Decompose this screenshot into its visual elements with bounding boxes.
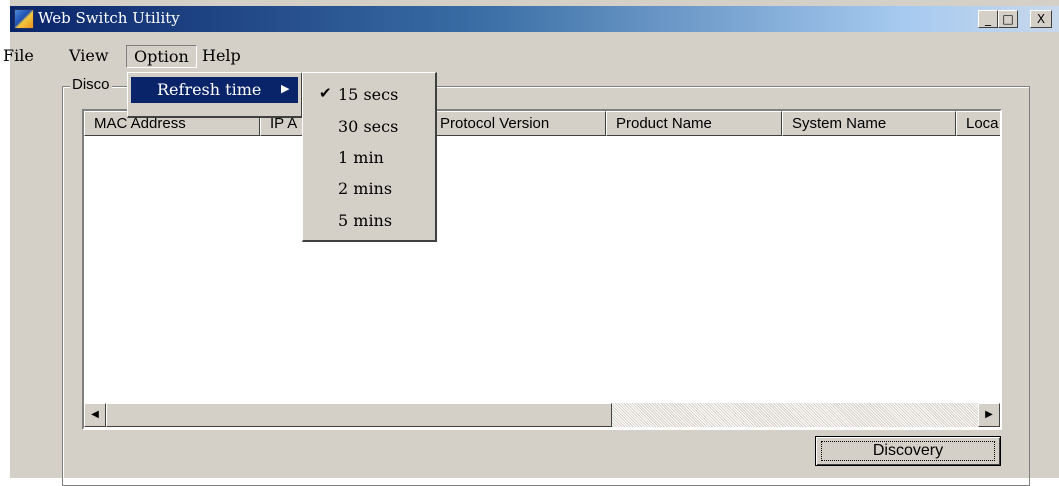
option-menu-dropdown: Refresh time ▶ <box>127 72 303 118</box>
refresh-time-submenu: ✔ 15 secs 30 secs 1 min 2 mins 5 mins <box>302 72 437 242</box>
refresh-option-label: 30 secs <box>338 117 399 136</box>
menu-bar: File View Option Help <box>3 40 910 70</box>
column-header-system-name[interactable]: System Name <box>782 111 956 136</box>
maximize-icon: □ <box>1002 12 1014 26</box>
scroll-left-icon: ◀ <box>91 409 99 420</box>
discovery-button-label: Discovery <box>872 442 944 459</box>
submenu-arrow-icon: ▶ <box>281 82 290 95</box>
refresh-option-5-mins[interactable]: 5 mins <box>306 205 432 235</box>
horizontal-scrollbar[interactable]: ◀ ▶ <box>84 403 1000 427</box>
menu-help[interactable]: Help <box>195 45 248 66</box>
close-icon: X <box>1036 12 1046 26</box>
refresh-time-label: Refresh time <box>157 80 262 99</box>
scroll-right-button[interactable]: ▶ <box>978 403 1000 427</box>
refresh-option-1-min[interactable]: 1 min <box>306 142 432 172</box>
minimize-icon: _ <box>985 12 991 26</box>
menu-view[interactable]: View <box>62 45 116 66</box>
minimize-button[interactable]: _ <box>978 10 998 28</box>
app-window: Web Switch Utility _ □ X File View Optio… <box>3 0 1059 486</box>
discovery-button[interactable]: Discovery <box>815 436 1001 466</box>
refresh-option-label: 5 mins <box>338 211 393 230</box>
window-title: Web Switch Utility <box>38 9 180 27</box>
discovery-group-label: Disco <box>70 76 112 93</box>
refresh-option-label: 15 secs <box>338 85 399 104</box>
refresh-option-2-mins[interactable]: 2 mins <box>306 173 432 203</box>
scrollbar-thumb[interactable] <box>106 403 612 427</box>
checkmark-icon: ✔ <box>319 84 332 102</box>
scroll-left-button[interactable]: ◀ <box>84 403 106 427</box>
column-header-location[interactable]: Loca <box>956 111 1000 136</box>
app-icon <box>14 9 34 29</box>
menu-item-refresh-time[interactable]: Refresh time ▶ <box>131 77 298 103</box>
maximize-button[interactable]: □ <box>998 10 1018 28</box>
refresh-option-label: 2 mins <box>338 179 393 198</box>
column-header-protocol-version[interactable]: Protocol Version <box>430 111 606 136</box>
menu-option[interactable]: Option <box>126 45 197 68</box>
title-bar[interactable]: Web Switch Utility _ □ X <box>10 6 1059 32</box>
column-header-product-name[interactable]: Product Name <box>606 111 782 136</box>
close-button[interactable]: X <box>1030 10 1052 28</box>
scroll-right-icon: ▶ <box>985 409 993 420</box>
refresh-option-15-secs[interactable]: ✔ 15 secs <box>306 79 432 109</box>
device-list[interactable]: MAC Address IP A Protocol Version Produc… <box>82 109 1002 430</box>
refresh-option-30-secs[interactable]: 30 secs <box>306 111 432 141</box>
refresh-option-label: 1 min <box>338 148 384 167</box>
menu-file[interactable]: File <box>0 45 41 66</box>
